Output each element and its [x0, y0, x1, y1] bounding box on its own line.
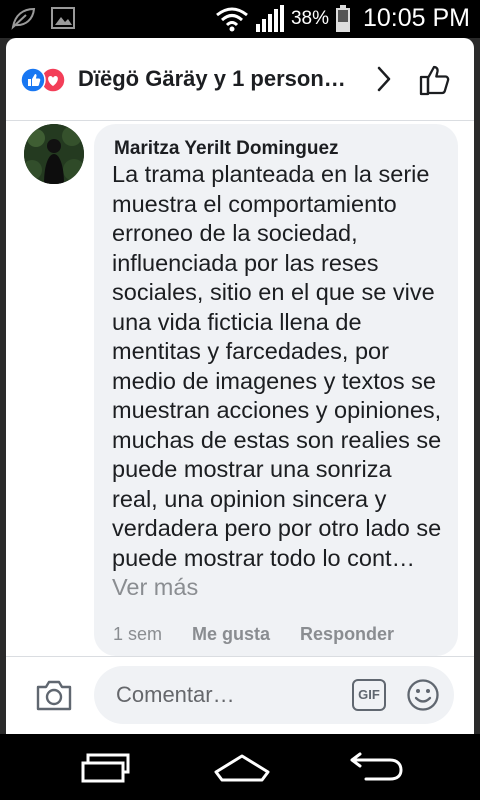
comment-input-placeholder: Comentar…: [116, 682, 235, 707]
battery-percent: 38%: [290, 7, 329, 29]
see-more-link[interactable]: Ver más: [112, 574, 198, 600]
composer-divider: [6, 656, 474, 657]
reactions-icons: [20, 67, 66, 93]
clock: 10:05 PM: [362, 4, 470, 32]
comment-author[interactable]: Maritza Yerilt Dominguez: [114, 138, 339, 160]
comment-text: La trama planteada en la serie muestra e…: [112, 160, 442, 603]
avatar-image: [24, 124, 84, 184]
back-icon[interactable]: [348, 752, 404, 784]
header-divider: [6, 120, 474, 121]
comment-text-body: La trama planteada en la serie muestra e…: [112, 161, 442, 571]
camera-icon[interactable]: [34, 677, 74, 713]
leaf-icon: [11, 7, 36, 30]
comment-timestamp[interactable]: 1 sem: [113, 624, 162, 645]
battery-icon: [335, 4, 350, 32]
avatar[interactable]: [24, 124, 84, 184]
reactions-summary: Dïëgö Gäräy y 1 person…: [78, 66, 346, 91]
recent-apps-icon[interactable]: [80, 752, 132, 784]
navigation-bar: [0, 734, 480, 800]
comment-input[interactable]: Comentar… GIF: [94, 666, 454, 724]
emoji-icon[interactable]: [406, 678, 440, 712]
comment-actions: 1 sem Me gusta Responder: [113, 624, 394, 645]
gif-button[interactable]: GIF: [352, 679, 386, 711]
like-reaction-icon: [20, 67, 46, 93]
reactions-header[interactable]: Dïëgö Gäräy y 1 person…: [6, 38, 474, 120]
comments-sheet: Dïëgö Gäräy y 1 person… Maritza Yerilt D…: [6, 38, 474, 734]
notification-icons: [10, 6, 76, 30]
wifi-icon: [216, 7, 248, 31]
signal-icon: [255, 4, 284, 32]
thumbs-up-icon[interactable]: [416, 60, 454, 98]
reply-button[interactable]: Responder: [300, 624, 394, 645]
home-icon[interactable]: [212, 752, 272, 784]
like-button[interactable]: Me gusta: [192, 624, 270, 645]
chevron-right-icon[interactable]: [368, 62, 398, 96]
status-bar: 38% 10:05 PM: [0, 0, 480, 38]
comment-bubble[interactable]: Maritza Yerilt Dominguez La trama plante…: [94, 124, 458, 656]
image-icon: [51, 7, 75, 29]
